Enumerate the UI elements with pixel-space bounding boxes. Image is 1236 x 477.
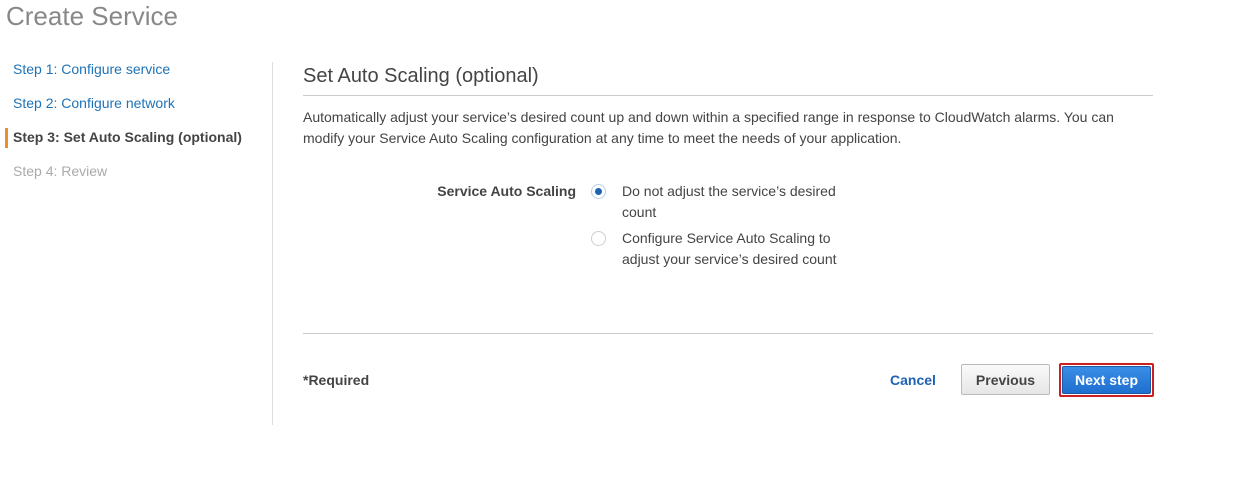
section-description: Automatically adjust your service’s desi… [303,109,1114,146]
radio-label-configure-auto-scaling: Configure Service Auto Scaling to adjust… [622,230,837,267]
next-step-highlight: Next step [1059,363,1154,397]
nav-divider [272,62,273,425]
main-content: Set Auto Scaling (optional) Automaticall… [303,60,1153,267]
footer-divider [303,333,1153,334]
section-title: Set Auto Scaling (optional) [303,60,1153,96]
wizard-steps-nav: Step 1: Configure service Step 2: Config… [0,56,272,192]
step-configure-service[interactable]: Step 1: Configure service [0,56,272,90]
service-auto-scaling-label: Service Auto Scaling [437,183,576,199]
step-set-auto-scaling: Step 3: Set Auto Scaling (optional) [0,124,272,158]
step-configure-network[interactable]: Step 2: Configure network [0,90,272,124]
step-review: Step 4: Review [13,163,108,179]
radio-label-do-not-adjust: Do not adjust the service’s desired coun… [622,183,836,220]
radio-option-do-not-adjust[interactable]: Do not adjust the service’s desired coun… [591,181,851,223]
cancel-button[interactable]: Cancel [890,370,936,390]
radio-option-configure-auto-scaling[interactable]: Configure Service Auto Scaling to adjust… [591,228,851,270]
radio-button-unchecked[interactable] [591,231,606,246]
next-step-button[interactable]: Next step [1062,366,1151,394]
previous-button[interactable]: Previous [961,364,1050,395]
page-title: Create Service [6,1,178,31]
required-note: *Required [303,372,370,388]
radio-button-checked[interactable] [591,184,606,199]
